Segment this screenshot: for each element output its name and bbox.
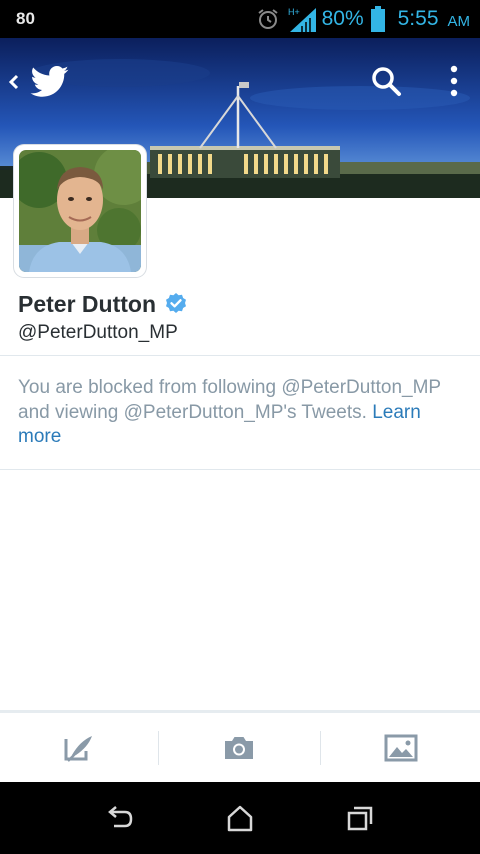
profile-handle: @PeterDutton_MP	[18, 322, 178, 343]
profile-avatar[interactable]	[14, 145, 146, 277]
camera-icon	[225, 737, 253, 759]
status-bar: 80 H+ 80% 5:55 AM	[0, 0, 480, 38]
network-type: H+	[288, 7, 300, 17]
clock-time: 5:55	[397, 7, 439, 30]
search-button[interactable]	[366, 62, 406, 102]
photo-gallery-icon	[384, 734, 418, 762]
profile-name: Peter Dutton	[18, 290, 156, 317]
back-button[interactable]	[6, 62, 78, 102]
recent-apps-icon	[347, 806, 373, 831]
photo-gallery-button[interactable]	[322, 713, 480, 783]
camera-button[interactable]	[160, 713, 318, 783]
chevron-left-icon	[8, 74, 19, 90]
divider	[0, 355, 480, 356]
search-icon	[372, 67, 401, 96]
more-options-button[interactable]	[436, 62, 472, 102]
status-icons: H+ 80% 5:55 AM	[256, 4, 470, 34]
home-icon	[227, 805, 253, 832]
vertical-dots-icon	[450, 65, 458, 97]
notification-count: 80	[16, 9, 35, 28]
nav-recent-apps-button[interactable]	[330, 796, 390, 840]
twitter-bird-icon	[30, 66, 69, 97]
nav-back-button[interactable]	[90, 796, 150, 840]
verified-badge-icon	[166, 293, 186, 313]
android-nav-bar	[0, 782, 480, 854]
back-icon	[108, 806, 133, 828]
compose-tweet-icon	[64, 736, 92, 762]
alarm-icon	[257, 9, 278, 29]
divider	[0, 469, 480, 470]
bottom-toolbar	[0, 710, 480, 785]
compose-tweet-button[interactable]	[0, 713, 158, 783]
battery-percent: 80%	[321, 7, 364, 30]
toolbar-separator	[158, 731, 159, 765]
profile-name-row: Peter Dutton	[18, 288, 188, 320]
blocked-notice: You are blocked from following @PeterDut…	[18, 376, 468, 450]
battery-icon	[370, 6, 385, 32]
avatar-photo	[19, 150, 141, 272]
toolbar-separator	[320, 731, 321, 765]
signal-icon: H+	[288, 7, 316, 32]
clock-ampm: AM	[447, 13, 471, 30]
nav-home-button[interactable]	[210, 796, 270, 840]
